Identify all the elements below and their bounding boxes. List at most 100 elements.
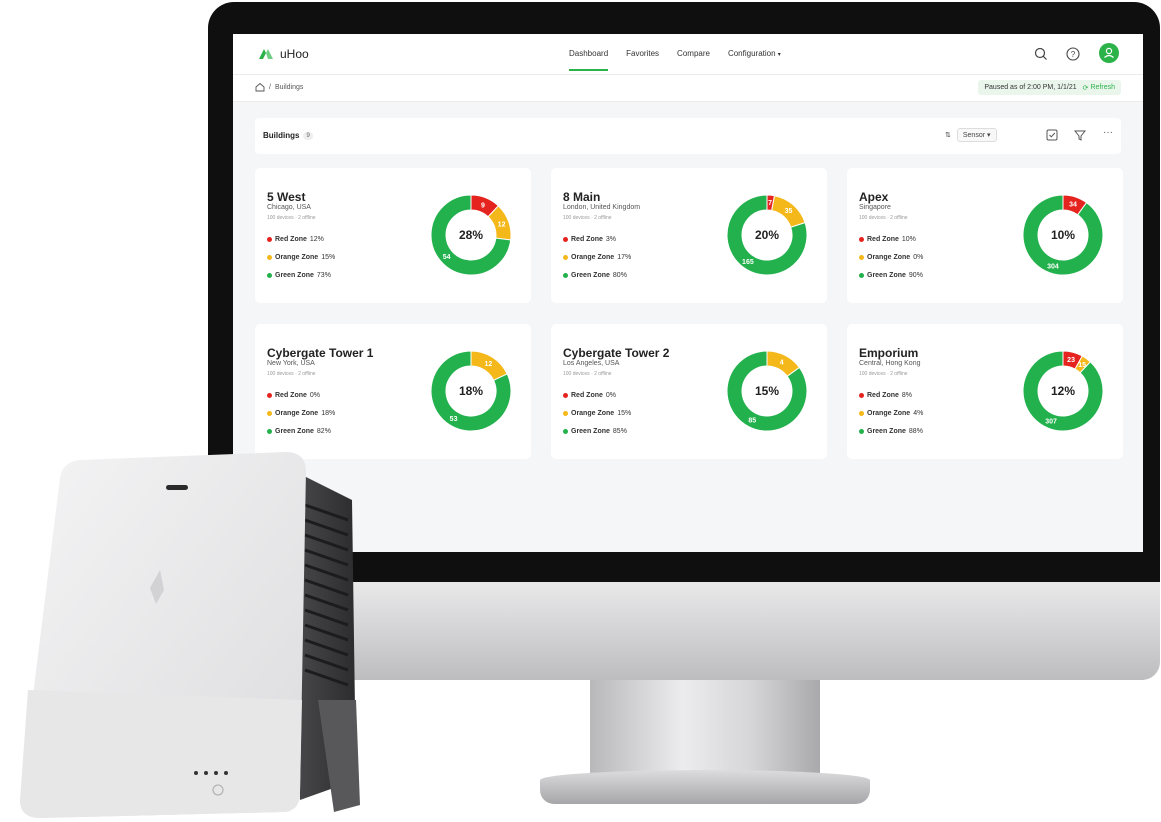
building-name: 8 Main: [563, 190, 601, 204]
orange-zone-count: 35: [785, 208, 793, 215]
nav-configuration[interactable]: Configuration ▾: [728, 34, 781, 74]
dashboard-screen: uHoo Dashboard Favorites Compare Configu…: [233, 34, 1143, 552]
red-dot-icon: [563, 393, 568, 398]
red-zone-label: Red Zone: [571, 236, 603, 243]
green-zone-count: 307: [1045, 419, 1057, 426]
building-device-count: 100 devices · 2 offline: [563, 371, 612, 377]
red-dot-icon: [859, 237, 864, 242]
search-icon[interactable]: [1033, 46, 1049, 62]
orange-zone-percent: 0%: [913, 254, 924, 261]
donut-center-percent: 12%: [1051, 384, 1075, 398]
red-dot-icon: [859, 393, 864, 398]
green-dot-icon: [563, 429, 568, 434]
red-zone-count: 23: [1067, 357, 1075, 364]
svg-text:?: ?: [1071, 50, 1076, 59]
building-location: Central, Hong Kong: [859, 360, 921, 367]
green-zone-percent: 80%: [612, 272, 627, 279]
paused-status-text: Paused as of 2:00 PM, 1/1/21: [984, 84, 1077, 91]
air-quality-sensor-device: [20, 452, 360, 818]
chevron-down-icon: ▾: [987, 132, 991, 139]
green-zone-row: Green Zone 80%: [563, 272, 627, 279]
green-zone-percent: 90%: [908, 272, 923, 279]
help-icon[interactable]: ?: [1065, 46, 1081, 62]
building-location: Los Angeles, USA: [563, 360, 620, 367]
filter-icon[interactable]: [1073, 128, 1087, 142]
zone-donut-chart: 34 304 10%: [1022, 194, 1104, 276]
red-zone-label: Red Zone: [867, 392, 899, 399]
orange-zone-row: Orange Zone 15%: [563, 410, 631, 417]
red-zone-percent: 3%: [605, 236, 617, 243]
green-zone-label: Green Zone: [571, 428, 610, 435]
sensor-select[interactable]: Sensor ▾: [956, 128, 997, 142]
building-card[interactable]: Cybergate Tower 2 Los Angeles, USA 100 d…: [551, 324, 827, 459]
zone-donut-chart: 7 35 165 20%: [726, 194, 808, 276]
paused-status-badge: Paused as of 2:00 PM, 1/1/21 ⟳ Refresh: [978, 80, 1121, 95]
green-zone-count: 54: [443, 254, 451, 261]
green-zone-row: Green Zone 85%: [563, 428, 627, 435]
orange-zone-label: Orange Zone: [571, 410, 615, 417]
orange-dot-icon: [859, 255, 864, 260]
green-zone-row: Green Zone 88%: [859, 428, 923, 435]
zone-donut-chart: 12 53 18%: [430, 350, 512, 432]
red-zone-label: Red Zone: [571, 392, 603, 399]
orange-zone-count: 12: [498, 221, 506, 228]
donut-center-percent: 20%: [755, 228, 779, 242]
nav-dashboard[interactable]: Dashboard: [569, 34, 609, 74]
red-zone-count: 34: [1069, 202, 1077, 209]
green-zone-label: Green Zone: [571, 272, 610, 279]
building-card[interactable]: Emporium Central, Hong Kong 100 devices …: [847, 324, 1123, 459]
green-zone-percent: 88%: [908, 428, 923, 435]
red-zone-row: Red Zone 8%: [859, 392, 912, 399]
sort-control: ⇅ Sensor ▾: [945, 128, 997, 142]
red-zone-label: Red Zone: [867, 236, 899, 243]
orange-zone-count: 4: [780, 360, 784, 367]
orange-dot-icon: [563, 411, 568, 416]
building-card[interactable]: 8 Main London, United Kingdom 100 device…: [551, 168, 827, 303]
zone-donut-chart: 231530712%: [1022, 350, 1104, 432]
zone-donut-chart: 4 85 15%: [726, 350, 808, 432]
donut-center-percent: 28%: [459, 228, 483, 242]
building-location: Singapore: [859, 204, 891, 211]
nav-favorites[interactable]: Favorites: [626, 34, 659, 74]
red-zone-row: Red Zone 10%: [859, 236, 916, 243]
green-zone-count: 53: [450, 416, 458, 423]
orange-zone-percent: 15%: [617, 410, 632, 417]
building-device-count: 100 devices · 2 offline: [563, 215, 612, 221]
sort-icon[interactable]: ⇅: [945, 131, 951, 139]
green-zone-label: Green Zone: [867, 428, 906, 435]
orange-zone-count: 12: [485, 361, 493, 368]
sensor-select-value: Sensor: [962, 132, 986, 139]
donut-center-percent: 10%: [1051, 228, 1075, 242]
monitor-stand-base: [540, 770, 870, 804]
buildings-header: Buildings 9 ⇅ Sensor ▾ ···: [255, 118, 1121, 154]
orange-zone-row: Orange Zone 17%: [563, 254, 631, 261]
breadcrumb-bar: / Buildings Paused as of 2:00 PM, 1/1/21…: [233, 75, 1143, 102]
building-card[interactable]: Apex Singapore 100 devices · 2 offline R…: [847, 168, 1123, 303]
nav-compare[interactable]: Compare: [677, 34, 710, 74]
building-location: London, United Kingdom: [563, 204, 641, 211]
red-zone-row: Red Zone 0%: [563, 392, 616, 399]
green-zone-percent: 85%: [612, 428, 627, 435]
green-dot-icon: [859, 273, 864, 278]
more-options-icon[interactable]: ···: [1103, 128, 1117, 142]
refresh-label: Refresh: [1090, 84, 1115, 91]
refresh-icon: ⟳: [1082, 84, 1089, 92]
chevron-down-icon: ▾: [777, 52, 781, 58]
building-device-count: 100 devices · 2 offline: [859, 215, 908, 221]
nav-configuration-label: Configuration: [727, 49, 776, 58]
green-zone-count: 165: [742, 259, 754, 266]
building-name: Emporium: [859, 346, 919, 360]
orange-zone-percent: 17%: [617, 254, 632, 261]
building-name: Cybergate Tower 2: [563, 346, 670, 360]
orange-zone-label: Orange Zone: [867, 254, 911, 261]
main-nav: Dashboard Favorites Compare Configuratio…: [569, 34, 781, 74]
user-avatar[interactable]: [1099, 43, 1119, 63]
refresh-button[interactable]: ⟳ Refresh: [1083, 84, 1115, 92]
orange-zone-percent: 4%: [913, 410, 924, 417]
monitor-stand: [590, 680, 820, 780]
green-zone-row: Green Zone 90%: [859, 272, 923, 279]
select-checkbox-icon[interactable]: [1045, 128, 1059, 142]
green-dot-icon: [859, 429, 864, 434]
green-zone-label: Green Zone: [867, 272, 906, 279]
building-name: Apex: [859, 190, 889, 204]
